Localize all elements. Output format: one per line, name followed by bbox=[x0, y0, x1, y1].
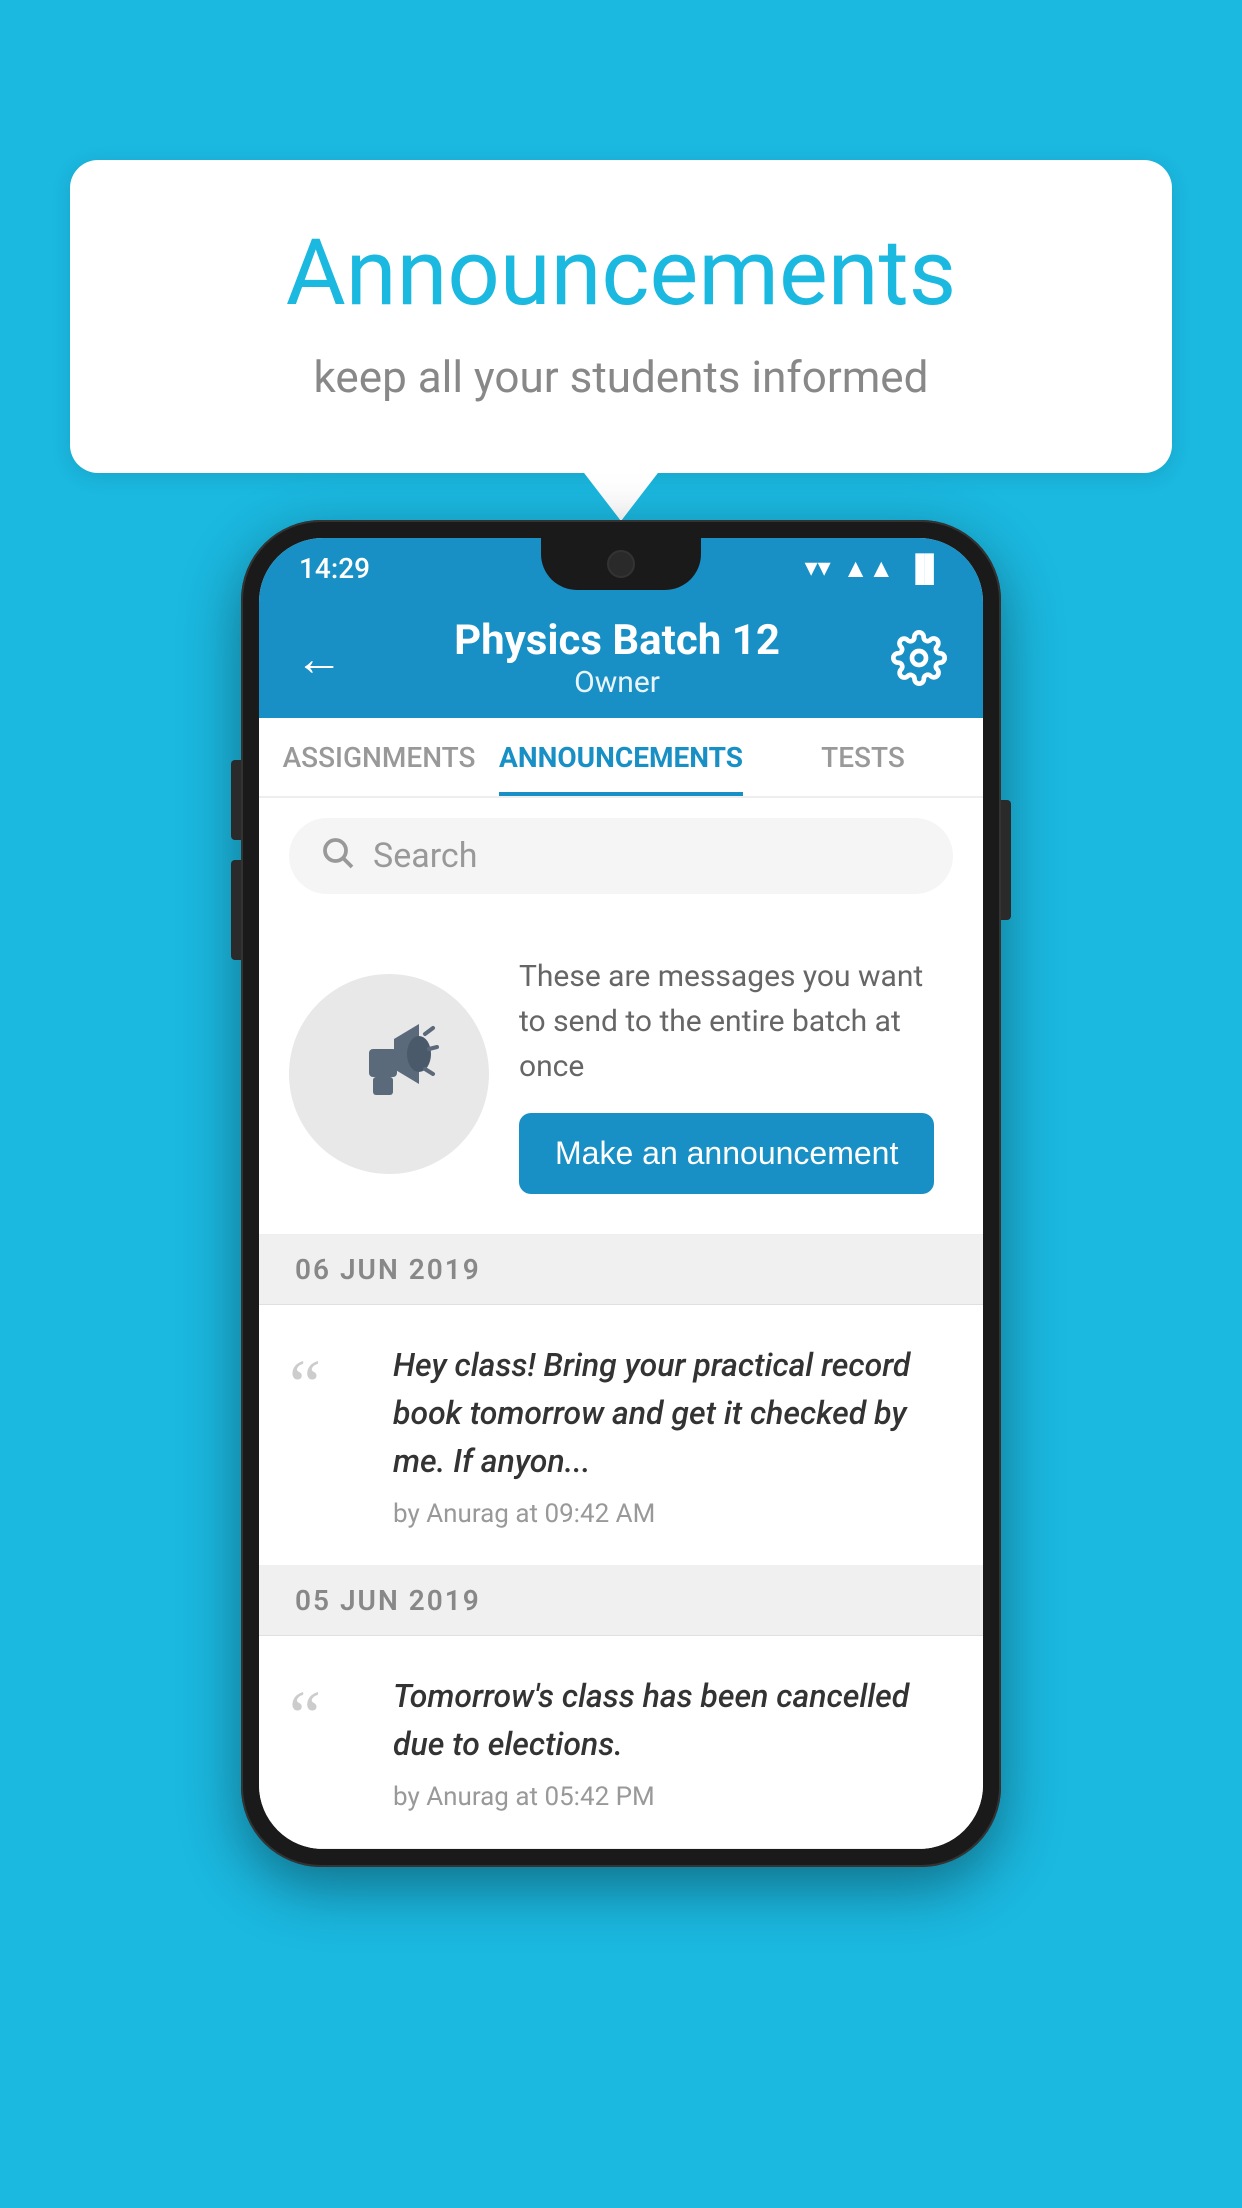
search-bar[interactable]: Search bbox=[289, 818, 953, 894]
announcement-meta-2: by Anurag at 05:42 PM bbox=[393, 1782, 953, 1812]
tab-tests[interactable]: TESTS bbox=[743, 718, 983, 796]
announcement-text-2: Tomorrow's class has been cancelled due … bbox=[393, 1672, 953, 1768]
quote-icon-2: “ bbox=[289, 1680, 369, 1752]
phone-notch bbox=[541, 538, 701, 590]
tab-announcements[interactable]: ANNOUNCEMENTS bbox=[499, 718, 743, 796]
search-icon bbox=[319, 834, 355, 879]
app-bar-title: Physics Batch 12 bbox=[454, 616, 780, 665]
announcement-text-1: Hey class! Bring your practical record b… bbox=[393, 1341, 953, 1485]
date-divider-1: 06 JUN 2019 bbox=[259, 1235, 983, 1305]
search-placeholder: Search bbox=[373, 836, 477, 876]
announcement-item-1[interactable]: “ Hey class! Bring your practical record… bbox=[259, 1305, 983, 1566]
power-button bbox=[1001, 800, 1011, 920]
speech-bubble-card: Announcements keep all your students inf… bbox=[70, 160, 1172, 473]
announcement-promo: These are messages you want to send to t… bbox=[259, 914, 983, 1235]
promo-icon-circle bbox=[289, 974, 489, 1174]
phone-outer: 14:29 ▾▾ ▲▲ ▐▌ ← Physics Batch 12 Owner bbox=[241, 520, 1001, 1867]
search-bar-container: Search bbox=[259, 798, 983, 914]
quote-icon-1: “ bbox=[289, 1349, 369, 1421]
back-button[interactable]: ← bbox=[295, 630, 343, 687]
megaphone-icon bbox=[339, 1014, 439, 1134]
volume-down-button bbox=[231, 860, 241, 960]
status-time: 14:29 bbox=[299, 552, 370, 585]
make-announcement-button[interactable]: Make an announcement bbox=[519, 1113, 934, 1194]
volume-up-button bbox=[231, 760, 241, 840]
phone-screen: 14:29 ▾▾ ▲▲ ▐▌ ← Physics Batch 12 Owner bbox=[259, 538, 983, 1849]
promo-description: These are messages you want to send to t… bbox=[519, 954, 953, 1089]
date-divider-2: 05 JUN 2019 bbox=[259, 1566, 983, 1636]
bubble-subtitle: keep all your students informed bbox=[120, 351, 1122, 403]
phone-camera bbox=[607, 550, 635, 578]
tab-bar: ASSIGNMENTS ANNOUNCEMENTS TESTS bbox=[259, 718, 983, 798]
bubble-title: Announcements bbox=[120, 220, 1122, 327]
announcement-meta-1: by Anurag at 09:42 AM bbox=[393, 1499, 953, 1529]
phone-mockup: 14:29 ▾▾ ▲▲ ▐▌ ← Physics Batch 12 Owner bbox=[241, 520, 1001, 1867]
promo-content: These are messages you want to send to t… bbox=[519, 954, 953, 1194]
announcement-item-2[interactable]: “ Tomorrow's class has been cancelled du… bbox=[259, 1636, 983, 1849]
status-icons: ▾▾ ▲▲ ▐▌ bbox=[805, 553, 943, 584]
announcement-content-2: Tomorrow's class has been cancelled due … bbox=[393, 1672, 953, 1812]
signal-icon: ▲▲ bbox=[843, 553, 894, 584]
tab-assignments[interactable]: ASSIGNMENTS bbox=[259, 718, 499, 796]
app-bar-subtitle: Owner bbox=[454, 665, 780, 700]
settings-icon[interactable] bbox=[891, 630, 947, 686]
battery-icon: ▐▌ bbox=[906, 553, 943, 584]
app-bar-title-group: Physics Batch 12 Owner bbox=[454, 616, 780, 700]
wifi-icon: ▾▾ bbox=[805, 553, 831, 583]
app-bar: ← Physics Batch 12 Owner bbox=[259, 598, 983, 718]
announcement-content-1: Hey class! Bring your practical record b… bbox=[393, 1341, 953, 1529]
